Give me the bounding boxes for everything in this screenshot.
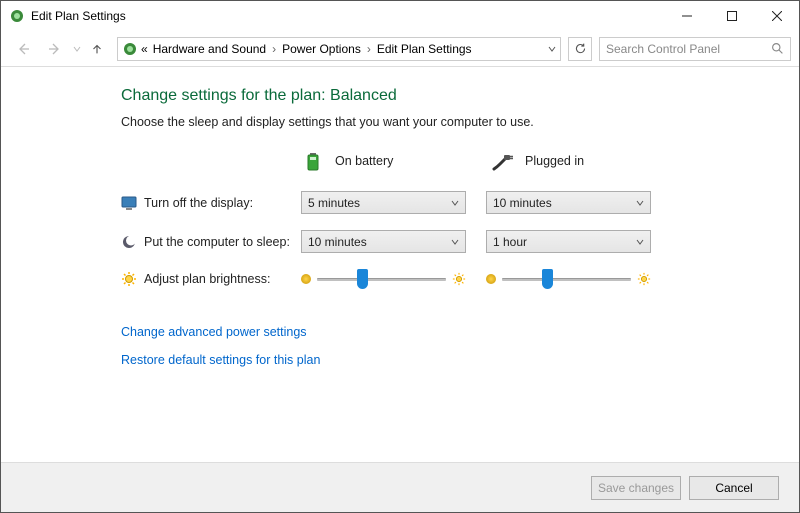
sleep-plugged-dropdown[interactable]: 1 hour [486, 230, 651, 253]
on-battery-header: On battery [301, 149, 471, 173]
refresh-button[interactable] [568, 37, 592, 61]
slider-thumb[interactable] [357, 269, 368, 289]
save-button[interactable]: Save changes [591, 476, 681, 500]
advanced-settings-link[interactable]: Change advanced power settings [121, 325, 759, 339]
plugged-in-header: Plugged in [491, 149, 661, 173]
page-subtitle: Choose the sleep and display settings th… [121, 115, 759, 129]
row-label: Put the computer to sleep: [144, 235, 290, 249]
address-bar[interactable]: « Hardware and Sound › Power Options › E… [117, 37, 561, 61]
breadcrumb-overflow[interactable]: « [141, 42, 148, 56]
nav-bar: « Hardware and Sound › Power Options › E… [1, 31, 799, 67]
sun-bright-icon [452, 272, 466, 286]
brightness-battery-slider[interactable] [301, 269, 466, 289]
moon-icon [121, 234, 137, 250]
row-brightness: Adjust plan brightness: [121, 269, 759, 289]
breadcrumb-item[interactable]: Edit Plan Settings [375, 42, 474, 56]
monitor-icon [121, 195, 137, 211]
maximize-button[interactable] [709, 1, 754, 31]
row-label: Adjust plan brightness: [144, 272, 270, 286]
minimize-button[interactable] [664, 1, 709, 31]
page-title: Change settings for the plan: Balanced [121, 87, 759, 105]
recent-dropdown-icon[interactable] [73, 45, 81, 53]
power-options-icon [9, 8, 25, 24]
on-battery-label: On battery [335, 154, 393, 168]
chevron-right-icon[interactable]: › [271, 42, 277, 56]
close-button[interactable] [754, 1, 799, 31]
slider-thumb[interactable] [542, 269, 553, 289]
column-headers: On battery Plugged in [121, 149, 759, 173]
search-input[interactable]: Search Control Panel [599, 37, 791, 61]
search-icon [771, 42, 784, 55]
breadcrumb-item[interactable]: Power Options [280, 42, 363, 56]
power-options-icon [122, 41, 138, 57]
row-label: Turn off the display: [144, 196, 253, 210]
display-off-plugged-dropdown[interactable]: 10 minutes [486, 191, 651, 214]
breadcrumb-item[interactable]: Hardware and Sound [151, 42, 268, 56]
title-bar: Edit Plan Settings [1, 1, 799, 31]
sun-icon [121, 271, 137, 287]
window-title: Edit Plan Settings [31, 9, 664, 23]
links-section: Change advanced power settings Restore d… [121, 325, 759, 367]
row-sleep: Put the computer to sleep: 10 minutes 1 … [121, 230, 759, 253]
battery-icon [301, 149, 325, 173]
footer: Save changes Cancel [1, 462, 799, 512]
sun-dim-icon [301, 274, 311, 284]
plug-icon [491, 149, 515, 173]
cancel-button[interactable]: Cancel [689, 476, 779, 500]
up-button[interactable] [85, 37, 109, 61]
sun-dim-icon [486, 274, 496, 284]
plugged-in-label: Plugged in [525, 154, 584, 168]
addr-dropdown-icon[interactable] [548, 45, 556, 53]
restore-defaults-link[interactable]: Restore default settings for this plan [121, 353, 759, 367]
forward-button[interactable] [41, 35, 69, 63]
back-button[interactable] [9, 35, 37, 63]
sun-bright-icon [637, 272, 651, 286]
search-placeholder: Search Control Panel [606, 42, 720, 56]
window-controls [664, 1, 799, 31]
chevron-right-icon[interactable]: › [366, 42, 372, 56]
brightness-plugged-slider[interactable] [486, 269, 651, 289]
display-off-battery-dropdown[interactable]: 5 minutes [301, 191, 466, 214]
content-area: Change settings for the plan: Balanced C… [1, 67, 799, 462]
row-display-off: Turn off the display: 5 minutes 10 minut… [121, 191, 759, 214]
sleep-battery-dropdown[interactable]: 10 minutes [301, 230, 466, 253]
